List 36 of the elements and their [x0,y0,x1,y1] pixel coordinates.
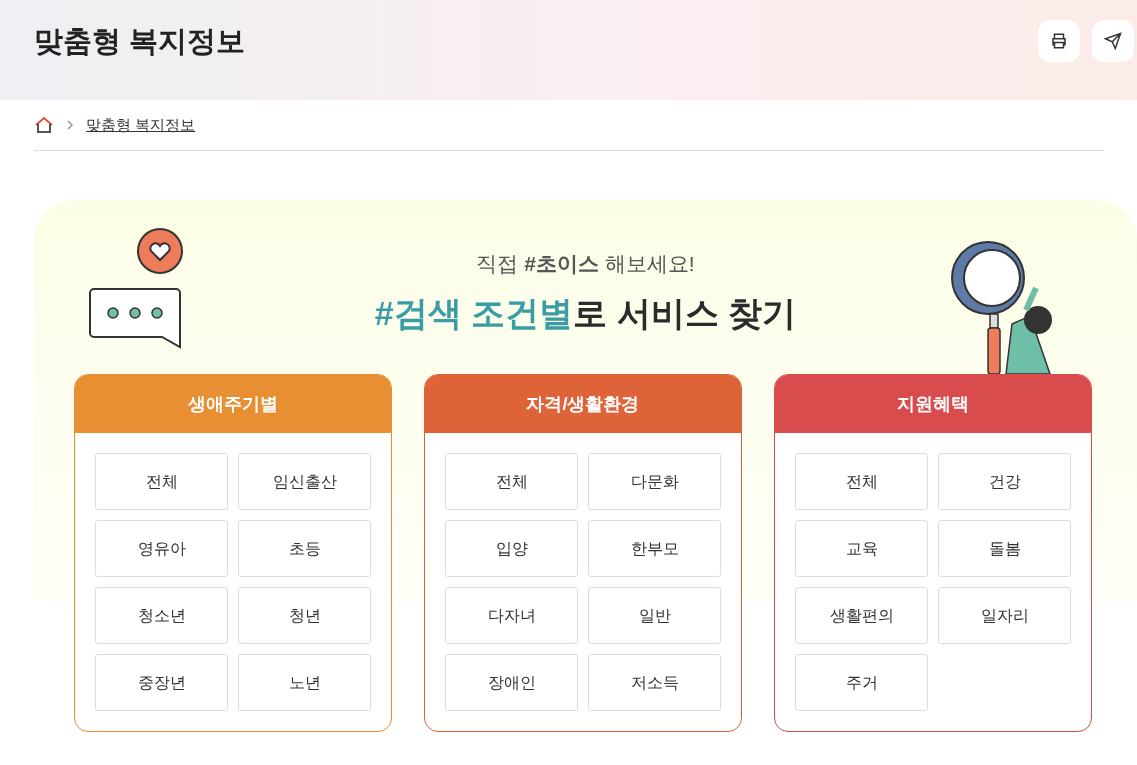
filter-option[interactable]: 생활편의 [795,587,928,644]
filter-option[interactable]: 중장년 [95,654,228,711]
filter-option[interactable]: 전체 [95,453,228,510]
filter-option[interactable]: 돌봄 [938,520,1071,577]
filter-option[interactable]: 장애인 [445,654,578,711]
home-icon[interactable] [34,116,54,134]
filter-option[interactable]: 청년 [238,587,371,644]
print-button[interactable] [1038,20,1080,62]
filter-option[interactable]: 영유아 [95,520,228,577]
category-header: 자격/생활환경 [425,375,741,433]
filter-option[interactable]: 다자녀 [445,587,578,644]
filter-option[interactable]: 다문화 [588,453,721,510]
filter-option[interactable]: 저소득 [588,654,721,711]
filter-option[interactable]: 입양 [445,520,578,577]
filter-option[interactable]: 전체 [445,453,578,510]
send-icon [1104,32,1122,50]
filter-option[interactable]: 일반 [588,587,721,644]
filter-option[interactable]: 노년 [238,654,371,711]
filter-option[interactable]: 한부모 [588,520,721,577]
filter-option[interactable]: 교육 [795,520,928,577]
hero-headline: #검색 조건별로 서비스 찾기 [373,293,798,334]
filter-option[interactable]: 전체 [795,453,928,510]
filter-option[interactable]: 일자리 [938,587,1071,644]
category-header: 지원혜택 [775,375,1091,433]
filter-option[interactable]: 임신출산 [238,453,371,510]
category-header: 생애주기별 [75,375,391,433]
printer-icon [1050,32,1068,50]
chevron-icon [66,120,74,130]
hero-subtitle: 직접 #초이스 해보세요! [475,251,696,277]
filter-option[interactable]: 청소년 [95,587,228,644]
page-title: 맞춤형 복지정보 [34,24,246,59]
breadcrumb-link[interactable]: 맞춤형 복지정보 [86,113,196,137]
filter-option[interactable]: 건강 [938,453,1071,510]
filter-option[interactable]: 초등 [238,520,371,577]
share-button[interactable] [1092,20,1134,62]
filter-option[interactable]: 주거 [795,654,928,711]
